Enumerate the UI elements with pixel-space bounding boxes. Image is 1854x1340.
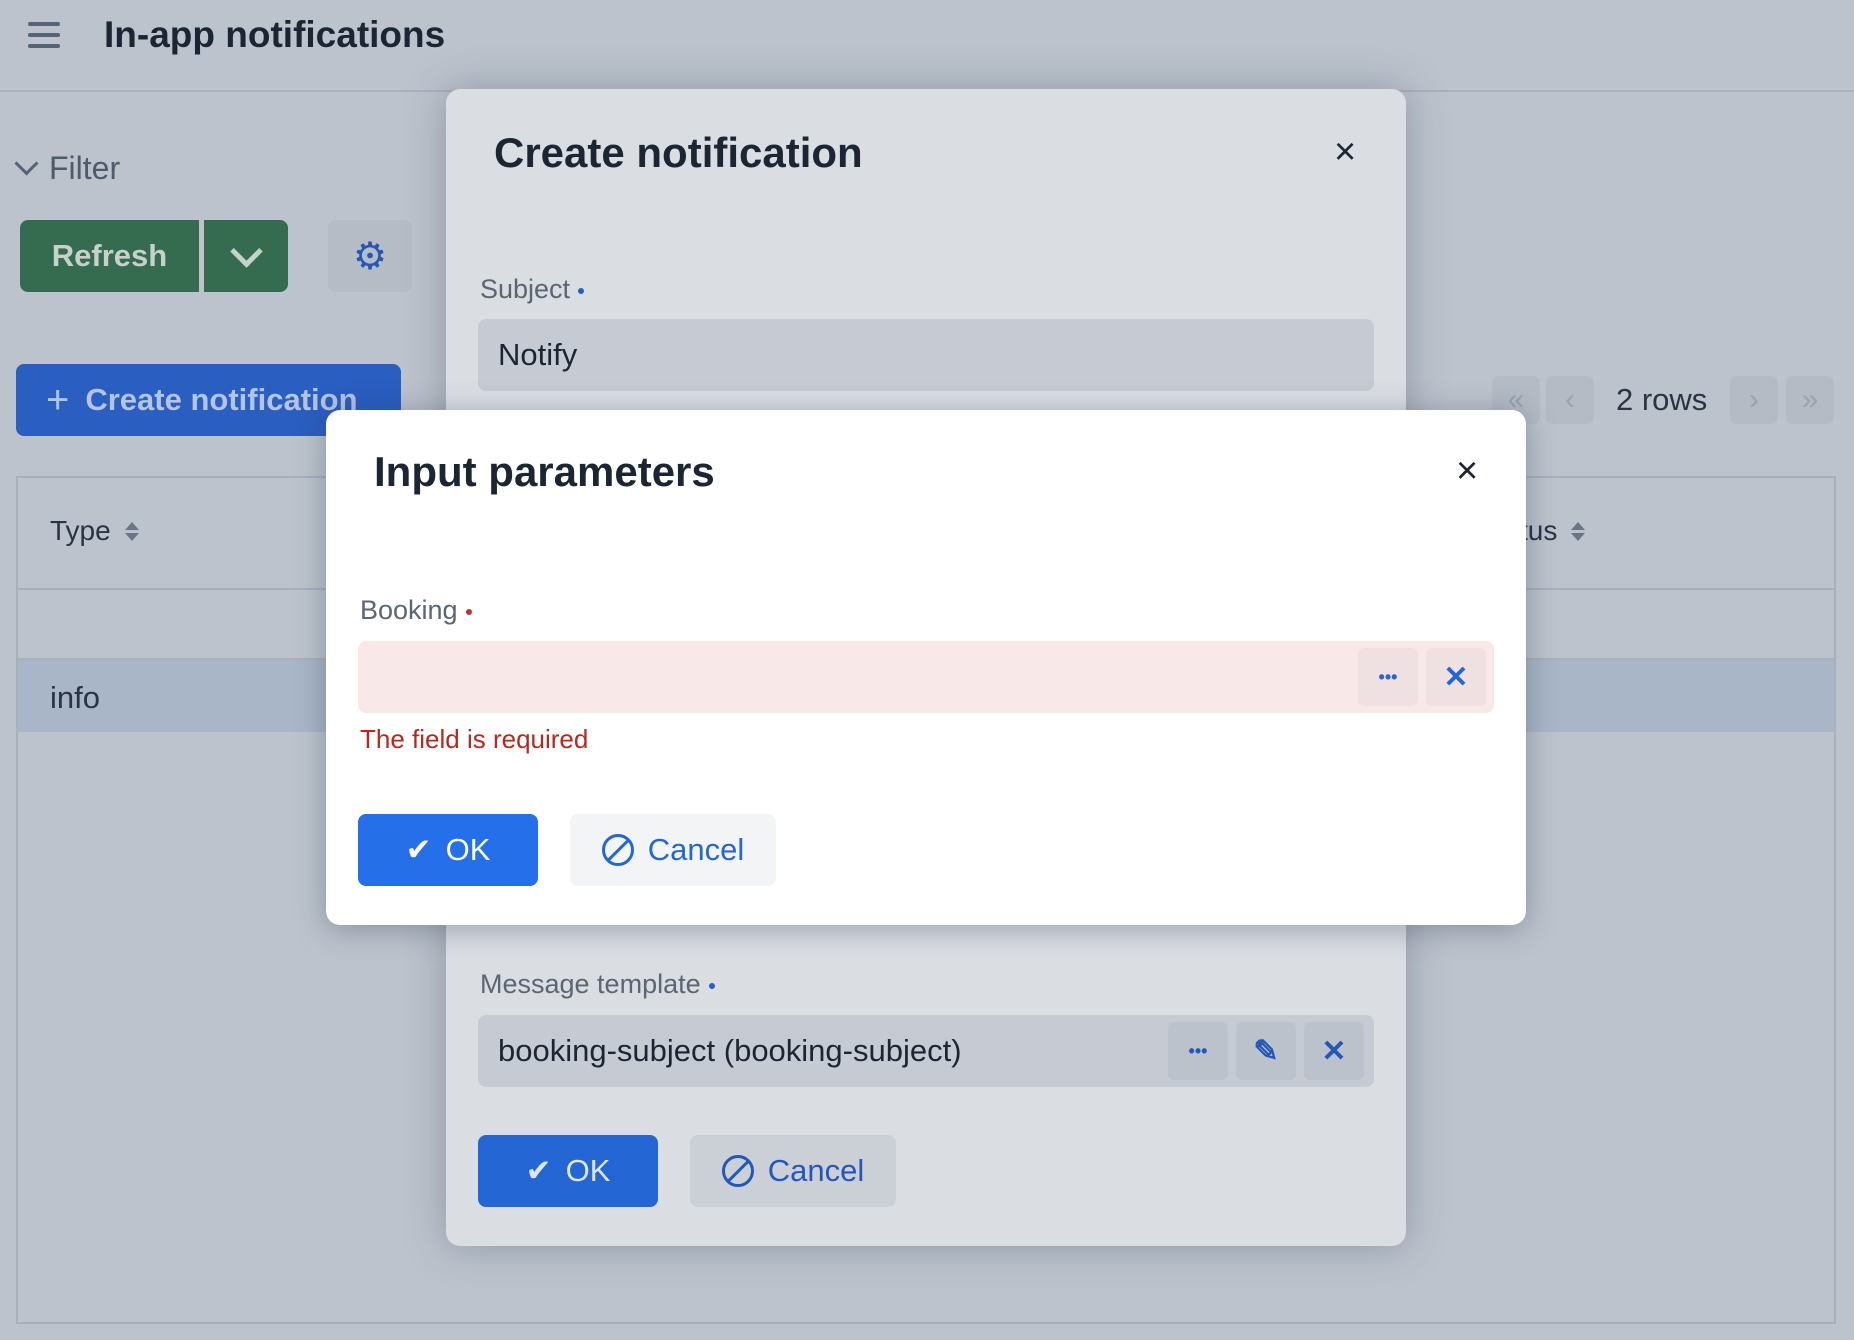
check-icon: ✔ xyxy=(405,832,432,867)
cancel-label: Cancel xyxy=(647,832,745,867)
subject-input[interactable]: Notify xyxy=(478,319,1374,391)
page-title: In-app notifications xyxy=(104,14,446,55)
settings-button[interactable]: ⚙ xyxy=(328,220,412,292)
column-header-type[interactable]: Type xyxy=(50,515,139,547)
clear-button[interactable]: ✕ xyxy=(1426,648,1486,706)
hamburger-icon[interactable] xyxy=(28,22,60,48)
close-icon[interactable]: × xyxy=(1334,131,1356,174)
chevron-down-icon xyxy=(14,151,39,176)
gear-icon: ⚙ xyxy=(352,235,388,278)
required-indicator xyxy=(578,287,585,294)
label-text: Message template xyxy=(480,969,701,999)
label-text: Subject xyxy=(480,274,571,304)
refresh-dropdown-button[interactable] xyxy=(204,220,288,292)
chevron-down-icon xyxy=(229,234,263,268)
cancel-label: Cancel xyxy=(767,1153,865,1188)
lookup-button[interactable]: ••• xyxy=(1358,648,1418,706)
cancel-button[interactable]: Cancel xyxy=(690,1135,896,1207)
next-page-button[interactable]: › xyxy=(1730,376,1778,424)
refresh-button[interactable]: Refresh xyxy=(20,220,199,292)
ellipsis-icon: ••• xyxy=(1188,1040,1208,1061)
last-page-button[interactable]: » xyxy=(1786,376,1834,424)
ban-icon xyxy=(721,1155,754,1187)
lookup-button[interactable]: ••• xyxy=(1168,1022,1228,1080)
ellipsis-icon: ••• xyxy=(1378,666,1398,687)
create-notification-label: Create notification xyxy=(85,382,358,417)
cancel-button[interactable]: Cancel xyxy=(570,814,776,886)
rows-count: 2 rows xyxy=(1616,382,1708,417)
prev-page-button[interactable]: ‹ xyxy=(1546,376,1594,424)
dialog-title: Create notification xyxy=(494,129,863,176)
close-icon: ✕ xyxy=(1321,1034,1347,1068)
booking-field[interactable] xyxy=(358,641,1494,713)
label-text: Booking xyxy=(360,595,458,625)
pencil-icon: ✎ xyxy=(1253,1034,1279,1068)
required-indicator xyxy=(708,982,715,989)
ok-label: OK xyxy=(445,832,491,867)
error-message: The field is required xyxy=(360,724,589,754)
filter-label: Filter xyxy=(49,150,121,186)
ok-button[interactable]: ✔ OK xyxy=(478,1135,658,1207)
sort-icon xyxy=(124,521,139,541)
plus-icon: + xyxy=(46,377,70,422)
column-header-status[interactable]: tus xyxy=(1520,515,1586,547)
check-icon: ✔ xyxy=(525,1153,552,1188)
dialog-title: Input parameters xyxy=(374,448,715,495)
close-icon: ✕ xyxy=(1443,660,1469,694)
required-indicator xyxy=(465,608,472,615)
edit-button[interactable]: ✎ xyxy=(1236,1022,1296,1080)
filter-toggle[interactable]: Filter xyxy=(14,150,121,187)
booking-label: Booking xyxy=(360,595,472,626)
column-label: Type xyxy=(50,515,111,546)
cell-type: info xyxy=(50,680,100,715)
input-parameters-dialog: Input parameters × Booking ••• ✕ The fie… xyxy=(326,410,1526,925)
clear-button[interactable]: ✕ xyxy=(1304,1022,1364,1080)
message-template-value: booking-subject (booking-subject) xyxy=(498,1033,962,1068)
ok-label: OK xyxy=(565,1153,611,1188)
subject-label: Subject xyxy=(480,274,585,305)
ok-button[interactable]: ✔ OK xyxy=(358,814,538,886)
ban-icon xyxy=(601,834,634,866)
message-template-label: Message template xyxy=(480,969,715,1000)
sort-icon xyxy=(1571,521,1586,541)
close-icon[interactable]: × xyxy=(1456,450,1478,493)
